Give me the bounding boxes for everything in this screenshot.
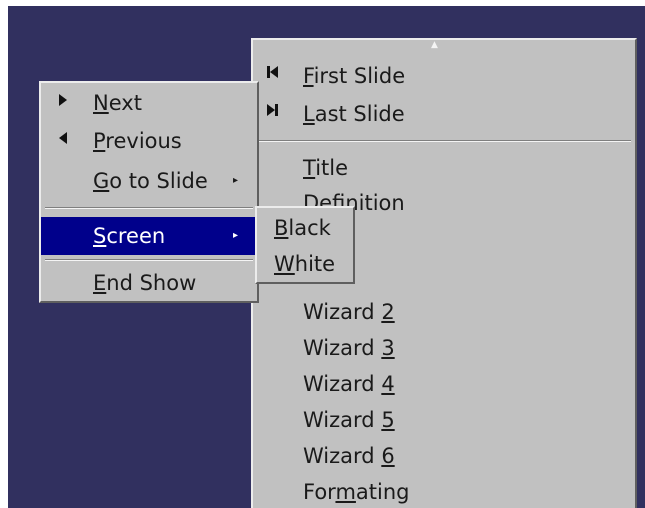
first-slide-label: First Slide (303, 64, 406, 88)
slide-item[interactable]: Title (253, 150, 635, 186)
slide-item[interactable]: Wizard 5 (253, 402, 635, 438)
submenu-arrow-icon: ▸ (233, 230, 239, 241)
last-slide-icon (267, 96, 279, 132)
slideshow-context-menu: Next Previous Go to Slide ▸ Screen ▸ End… (39, 81, 259, 303)
menu-item-first-slide[interactable]: First Slide (253, 58, 635, 94)
slide-item[interactable]: Wizard 6 (253, 438, 635, 474)
first-slide-icon (267, 58, 279, 94)
scroll-up-indicator[interactable]: ▲ (431, 40, 438, 50)
previous-arrow-icon (59, 123, 67, 159)
slide-item[interactable]: Wizard 2 (253, 294, 635, 330)
screen-label: Screen (93, 224, 166, 248)
menu-item-next[interactable]: Next (41, 85, 257, 121)
menu-separator (45, 259, 253, 261)
menu-item-previous[interactable]: Previous (41, 123, 257, 159)
menu-item-go-to-slide[interactable]: Go to Slide ▸ (41, 163, 257, 199)
next-arrow-icon (59, 85, 67, 121)
white-label: White (274, 252, 336, 276)
menu-separator (257, 140, 631, 142)
submenu-arrow-icon: ▸ (233, 175, 239, 186)
go-to-slide-label: Go to Slide (93, 169, 208, 193)
menu-item-white[interactable]: White (257, 246, 353, 282)
menu-separator (45, 207, 253, 209)
menu-item-screen[interactable]: Screen ▸ (41, 217, 257, 255)
next-label: Next (93, 91, 142, 115)
last-slide-label: Last Slide (303, 102, 405, 126)
menu-item-black[interactable]: Black (257, 210, 353, 246)
previous-label: Previous (93, 129, 182, 153)
slide-item[interactable]: Wizard 3 (253, 330, 635, 366)
end-show-label: End Show (93, 271, 197, 295)
slide-item[interactable]: Formating (253, 474, 635, 508)
slideshow-background: ▲ First Slide Last Slide Title Definitio… (8, 6, 645, 508)
menu-item-last-slide[interactable]: Last Slide (253, 96, 635, 132)
screen-submenu: Black White (255, 206, 355, 284)
black-label: Black (274, 216, 331, 240)
slide-item[interactable]: Wizard 4 (253, 366, 635, 402)
menu-item-end-show[interactable]: End Show (41, 265, 257, 301)
